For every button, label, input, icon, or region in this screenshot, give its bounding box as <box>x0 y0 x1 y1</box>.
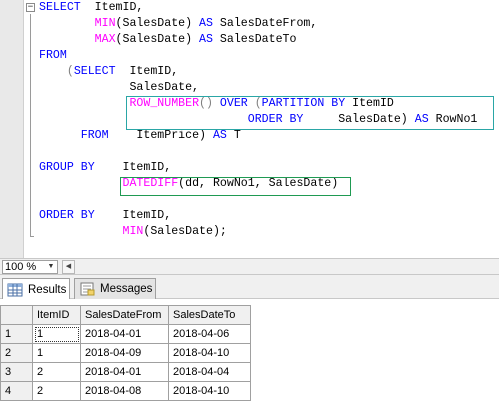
cell-salesdatefrom[interactable]: 2018-04-01 <box>80 324 169 344</box>
sql-token: T <box>226 129 241 142</box>
results-grid[interactable]: ItemID SalesDateFrom SalesDateTo 1 1 201… <box>0 305 251 401</box>
results-grid-icon <box>7 283 23 297</box>
sql-keyword: SELECT <box>73 65 116 78</box>
sql-keyword: AS <box>199 17 213 30</box>
sql-keyword: GROUP BY <box>39 161 95 174</box>
column-header-salesdatefrom[interactable]: SalesDateFrom <box>80 305 169 325</box>
row-number[interactable]: 1 <box>0 324 33 344</box>
cell-salesdateto[interactable]: 2018-04-10 <box>168 381 251 401</box>
code-line[interactable]: MIN(SalesDate); <box>39 224 477 240</box>
zoom-value: 100 % <box>5 261 37 273</box>
code-line[interactable]: FROM ItemPrice) AS T <box>39 128 477 144</box>
query-editor[interactable]: − SELECT ItemID, MIN(SalesDate) AS Sales… <box>0 0 499 258</box>
code-line[interactable]: FROM <box>39 48 477 64</box>
tab-messages-label: Messages <box>100 283 153 295</box>
table-row[interactable]: 3 2 2018-04-01 2018-04-04 <box>0 362 251 382</box>
messages-icon <box>79 282 95 296</box>
cell-itemid[interactable]: 1 <box>32 324 81 344</box>
sql-keyword: AS <box>212 129 227 142</box>
cell-salesdateto[interactable]: 2018-04-04 <box>168 362 251 382</box>
code-line[interactable] <box>39 144 477 160</box>
code-line[interactable]: SELECT ItemID, <box>39 0 477 16</box>
code-line[interactable]: SalesDate, <box>39 80 477 96</box>
sql-keyword: AS <box>199 33 213 46</box>
code-line[interactable]: GROUP BY ItemID, <box>39 160 477 176</box>
sql-token: ItemID, <box>115 65 179 78</box>
code-line[interactable]: MIN(SalesDate) AS SalesDateFrom, <box>39 16 477 32</box>
sql-token: (SalesDate); <box>143 225 227 238</box>
row-number-highlight-box <box>126 96 494 130</box>
editor-status-strip: 100 % ▼ ◀ <box>0 258 499 275</box>
editor-gutter <box>0 0 24 258</box>
sql-token: (SalesDate) <box>115 33 200 46</box>
cell-itemid[interactable]: 1 <box>32 343 81 363</box>
outline-bar-end <box>30 236 34 237</box>
tab-results-label: Results <box>28 283 67 296</box>
row-number[interactable]: 3 <box>0 362 33 382</box>
sql-token: SalesDateTo <box>212 33 297 46</box>
sql-function: MIN <box>94 17 116 30</box>
sql-token: ItemID, <box>87 1 144 14</box>
sql-token: ItemPrice) <box>108 129 213 142</box>
row-number[interactable]: 2 <box>0 343 33 363</box>
sql-token: SalesDateFrom, <box>212 17 318 30</box>
grid-corner[interactable] <box>0 305 33 325</box>
scroll-left-button[interactable]: ◀ <box>62 260 75 274</box>
sql-keyword: ORDER BY <box>39 209 95 222</box>
cell-salesdatefrom[interactable]: 2018-04-08 <box>80 381 169 401</box>
sql-token: ItemID, <box>94 209 172 222</box>
outline-bar <box>30 14 31 236</box>
collapse-toggle-icon[interactable]: − <box>26 3 35 12</box>
table-row[interactable]: 1 1 2018-04-01 2018-04-06 <box>0 324 251 344</box>
table-row[interactable]: 2 1 2018-04-09 2018-04-10 <box>0 343 251 363</box>
chevron-down-icon[interactable]: ▼ <box>45 261 57 273</box>
zoom-dropdown[interactable]: 100 % ▼ <box>2 260 58 274</box>
column-header-itemid[interactable]: ItemID <box>32 305 81 325</box>
cell-salesdatefrom[interactable]: 2018-04-01 <box>80 362 169 382</box>
results-grid-area: ItemID SalesDateFrom SalesDateTo 1 1 201… <box>0 299 499 406</box>
cell-salesdateto[interactable]: 2018-04-06 <box>168 324 251 344</box>
grid-header-row: ItemID SalesDateFrom SalesDateTo <box>0 305 251 325</box>
column-header-salesdateto[interactable]: SalesDateTo <box>168 305 251 325</box>
cell-salesdatefrom[interactable]: 2018-04-09 <box>80 343 169 363</box>
sql-function: MIN <box>122 225 144 238</box>
datediff-highlight-box <box>120 177 351 196</box>
tab-messages[interactable]: Messages <box>74 278 156 299</box>
cell-salesdateto[interactable]: 2018-04-10 <box>168 343 251 363</box>
sql-token: (SalesDate) <box>115 17 200 30</box>
sql-keyword: SELECT <box>39 1 88 14</box>
sql-keyword: FROM <box>39 49 67 62</box>
tab-results[interactable]: Results <box>2 278 70 300</box>
table-row[interactable]: 4 2 2018-04-08 2018-04-10 <box>0 381 251 401</box>
code-line[interactable]: (SELECT ItemID, <box>39 64 477 80</box>
sql-token: ( <box>66 65 74 78</box>
sql-keyword: FROM <box>80 129 109 142</box>
sql-function: MAX <box>94 33 116 46</box>
row-number[interactable]: 4 <box>0 381 33 401</box>
sql-token: ItemID, <box>94 161 172 174</box>
cell-itemid[interactable]: 2 <box>32 362 81 382</box>
results-tabstrip: Results Messages <box>0 275 499 300</box>
code-line[interactable]: ORDER BY ItemID, <box>39 208 477 224</box>
sql-token: SalesDate, <box>39 81 200 94</box>
code-line[interactable]: MAX(SalesDate) AS SalesDateTo <box>39 32 477 48</box>
cell-itemid[interactable]: 2 <box>32 381 81 401</box>
